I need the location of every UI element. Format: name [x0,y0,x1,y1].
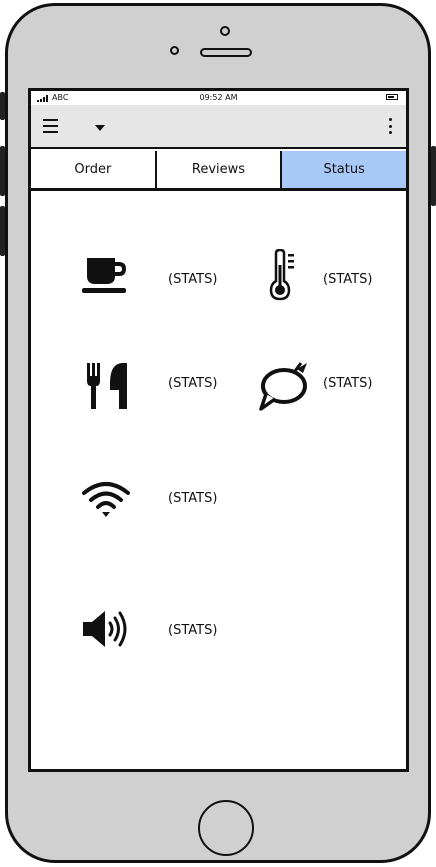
tab-status[interactable]: Status [282,151,406,188]
tab-order[interactable]: Order [31,151,157,188]
dropdown-caret-icon[interactable] [95,125,105,131]
mute-switch [0,92,5,120]
stat-value: (STATS) [168,272,218,287]
status-bar: ABC 09:52 AM [31,91,406,105]
stat-value: (STATS) [168,623,218,638]
speaker-icon [83,611,127,647]
tab-bar: Order Reviews Status [31,151,406,191]
app-toolbar [31,105,406,149]
volume-down-button [0,206,5,256]
speech-bubble-icon [259,362,307,411]
more-options-icon[interactable] [388,118,392,134]
home-button[interactable] [198,800,254,856]
hamburger-menu-icon[interactable] [43,119,58,133]
proximity-sensor [220,26,230,36]
status-time: 09:52 AM [199,93,238,102]
coffee-cup-icon [82,258,126,293]
thermometer-icon [269,249,294,301]
wifi-icon [82,482,130,517]
battery-icon [386,94,398,100]
power-button [431,146,436,206]
screen: ABC 09:52 AM Order Reviews Status (STATS… [28,88,409,772]
earpiece-speaker [200,48,252,57]
stat-value: (STATS) [323,272,373,287]
stat-value: (STATS) [168,376,218,391]
tab-label: Status [323,162,365,177]
fork-knife-icon [87,363,127,409]
tab-reviews[interactable]: Reviews [156,151,283,188]
volume-up-button [0,146,5,196]
stat-value: (STATS) [168,491,218,506]
tab-label: Order [74,162,112,177]
stat-value: (STATS) [323,376,373,391]
front-camera [170,46,179,55]
tab-label: Reviews [191,162,246,177]
